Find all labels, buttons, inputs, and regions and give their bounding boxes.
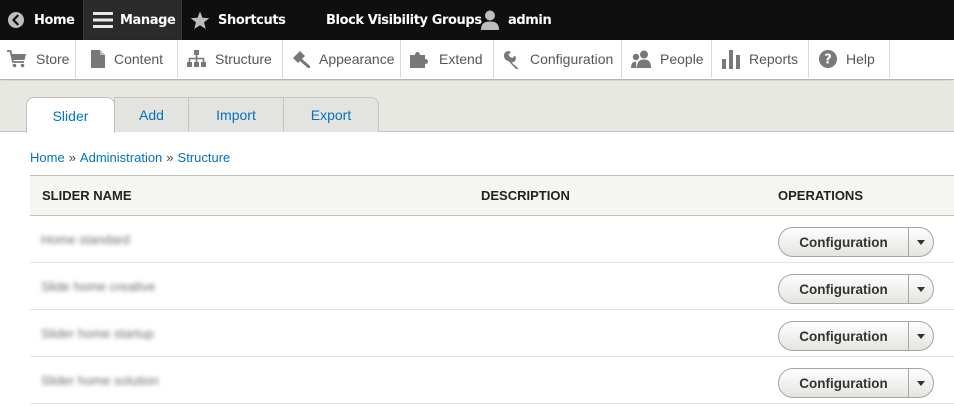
back-arrow-icon [8,12,24,28]
primary-tabs: Slider Add Import Export [0,81,954,133]
tray-item-label: Structure [215,51,272,67]
operations-dropbutton: Configuration [778,274,934,304]
tray-item-label: People [660,51,704,67]
document-icon [91,50,105,68]
toolbar-tray: Store Content Structure Appearance Exten… [0,40,954,80]
tray-item-label: Reports [749,51,799,67]
breadcrumb-home-link[interactable]: Home [30,150,65,165]
operations-dropbutton: Configuration [778,368,934,398]
breadcrumb-administration-link[interactable]: Administration [80,150,162,165]
cart-icon [7,50,26,68]
table-row: Slider home startup Configuration [30,310,954,357]
tab-label: Export [310,107,352,123]
help-icon: ? [819,50,837,68]
table-row: Home standard Configuration [30,216,954,263]
tab-add[interactable]: Add [114,97,189,132]
tab-import[interactable]: Import [188,97,284,132]
slider-name-cell: Slide home creative [41,279,156,294]
breadcrumb: Home» Administration» Structure [30,150,230,165]
caret-down-icon [917,286,925,292]
tray-item-content[interactable]: Content [76,40,178,78]
tab-export[interactable]: Export [283,97,379,132]
dropbutton-toggle[interactable] [909,369,933,397]
tray-item-structure[interactable]: Structure [178,40,283,78]
puzzle-icon [410,52,428,68]
slider-name-cell: Home standard [41,232,130,247]
toolbar-shortcuts-tab[interactable]: Shortcuts [190,0,286,40]
slider-name-cell: Slider home solution [41,373,159,388]
admin-toolbar: Home Manage Shortcuts Block Visibility G… [0,0,954,40]
slider-table: Slider name Description Operations Home … [30,175,954,404]
tray-item-configuration[interactable]: Configuration [494,40,622,78]
column-header-operations: Operations [778,188,863,203]
toolbar-manage-label: Manage [120,12,176,28]
slider-name-cell: Slider home startup [41,326,154,341]
breadcrumb-separator: » [166,150,174,165]
star-icon [190,11,210,29]
column-header-slider-name[interactable]: Slider name [42,176,132,216]
tray-item-label: Configuration [530,51,614,67]
tray-item-people[interactable]: People [622,40,712,78]
toolbar-block-visibility-label: Block Visibility Groups [326,12,482,28]
table-row: Slide home creative Configuration [30,263,954,310]
tray-item-store[interactable]: Store [0,40,76,78]
svg-text:?: ? [824,53,832,68]
sitemap-icon [187,50,206,67]
configuration-button[interactable]: Configuration [779,275,909,303]
configuration-button[interactable]: Configuration [779,228,909,256]
caret-down-icon [917,380,925,386]
configuration-button[interactable]: Configuration [779,322,909,350]
tray-item-label: Content [114,51,164,67]
hamburger-icon [93,12,113,28]
caret-down-icon [917,239,925,245]
toolbar-manage-tab[interactable]: Manage [83,0,182,40]
toolbar-user-label: admin [508,12,552,28]
tray-item-label: Appearance [319,51,395,67]
paint-brush-icon [293,51,310,68]
tray-item-reports[interactable]: Reports [712,40,809,78]
tab-label: Slider [52,107,89,124]
tray-item-label: Help [846,51,875,67]
tab-label: Import [216,107,256,123]
caret-down-icon [917,333,925,339]
dropbutton-toggle[interactable] [909,275,933,303]
breadcrumb-separator: » [68,150,76,165]
configuration-button[interactable]: Configuration [779,369,909,397]
tray-item-help[interactable]: ? Help [809,40,890,78]
bar-chart-icon [722,49,740,69]
table-header: Slider name Description Operations [30,175,954,216]
column-header-description: Description [481,188,570,203]
tray-item-label: Store [36,51,70,67]
tray-item-label: Extend [439,51,483,67]
people-icon [631,50,651,68]
toolbar-user-tab[interactable]: admin [481,0,552,40]
tray-item-appearance[interactable]: Appearance [283,40,401,78]
wrench-icon [504,50,519,69]
table-row: Slider home solution Configuration [30,357,954,404]
breadcrumb-structure-link[interactable]: Structure [178,150,231,165]
dropbutton-toggle[interactable] [909,322,933,350]
tab-label: Add [139,107,164,123]
toolbar-home-link[interactable]: Home [8,0,75,40]
tab-slider[interactable]: Slider [26,97,115,133]
user-icon [481,10,499,30]
tray-item-extend[interactable]: Extend [401,40,494,78]
dropbutton-toggle[interactable] [909,228,933,256]
toolbar-shortcuts-label: Shortcuts [218,12,286,28]
operations-dropbutton: Configuration [778,321,934,351]
toolbar-home-label: Home [34,12,75,28]
toolbar-block-visibility-groups[interactable]: Block Visibility Groups [326,0,482,40]
operations-dropbutton: Configuration [778,227,934,257]
